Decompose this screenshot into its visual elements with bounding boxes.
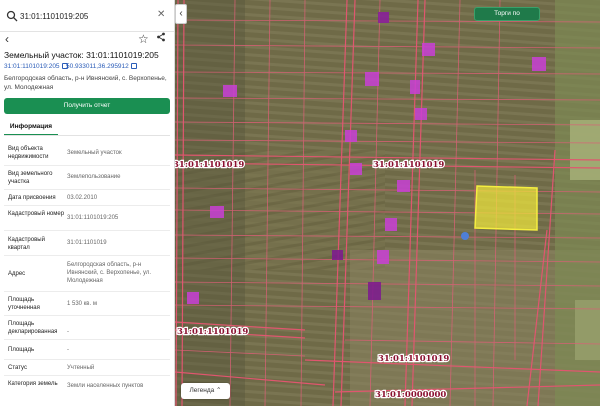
info-key: Площадь декларированная — [8, 321, 58, 335]
info-row: Адрес Белгородская область, р-н Ивнянский… — [4, 256, 170, 292]
copy-icon[interactable] — [130, 63, 137, 69]
info-value: Белгородская область, р-н Ивнянский, с. … — [67, 262, 151, 284]
info-key: Вид земельного участка — [8, 171, 53, 185]
collapse-panel-button[interactable]: ‹ — [175, 4, 187, 24]
info-key: Площадь — [8, 347, 35, 353]
info-value: Земли населенных пунктов — [67, 383, 144, 389]
page-title: Земельный участок: 31:01:1101019:205 — [4, 50, 159, 60]
quarter-label: 31:01:1101019 — [373, 160, 444, 170]
info-key: Площадь уточненная — [8, 297, 40, 311]
info-value: - — [67, 347, 69, 353]
quarter-label: 31:01:1101019 — [378, 354, 449, 364]
back-icon[interactable]: ‹ — [5, 32, 9, 46]
info-row: Вид земельного участка Землепользование — [4, 166, 170, 190]
get-report-button[interactable]: Получить отчет — [4, 98, 170, 114]
tab-divider — [4, 135, 170, 136]
info-value: Учтенный — [67, 365, 95, 371]
info-value: 31:01:1101019:205 — [67, 215, 119, 221]
info-row: Площадь декларированная - — [4, 316, 170, 340]
quarter-label: 31:01:1101019 — [175, 160, 244, 170]
share-icon[interactable] — [156, 32, 166, 45]
info-key: Категория земель — [8, 381, 58, 387]
coordinates-chip[interactable]: 50.933011,36.295912 — [66, 63, 137, 70]
info-value: Землепользование — [67, 174, 121, 180]
tab-information[interactable]: Информация — [4, 121, 58, 136]
info-panel: ✕ ‹ ☆ Земельный участок: 31:01:1101019:2… — [0, 0, 175, 406]
address-text: Белгородская область, р-н Ивнянский, с. … — [4, 75, 167, 91]
search-input[interactable] — [20, 8, 150, 24]
coordinates-text: 50.933011,36.295912 — [66, 63, 129, 70]
legend-button[interactable]: Легенда ⌃ — [181, 383, 230, 399]
location-marker[interactable] — [461, 232, 469, 240]
info-row: Статус Учтенный — [4, 360, 170, 376]
field — [570, 120, 600, 180]
info-value: 03.02.2010 — [67, 195, 98, 201]
info-key: Статус — [8, 365, 27, 371]
info-key: Адрес — [8, 271, 26, 277]
star-icon[interactable]: ☆ — [138, 32, 149, 46]
info-row: Категория земель Земли населенных пунктов — [4, 376, 170, 402]
info-row: Площадь уточненная 1 530 кв. м — [4, 292, 170, 316]
cadastral-number-chip[interactable]: 31:01:1101019:205 — [4, 63, 68, 70]
info-value: 31:01:1101019 — [67, 240, 107, 246]
info-row: Дата присвоения 03.02.2010 — [4, 190, 170, 206]
info-value: Земельный участок — [67, 150, 122, 156]
info-key: Дата присвоения — [8, 195, 56, 201]
quarter-label: 31:01:1101019 — [177, 327, 248, 337]
search-bar: ✕ — [0, 0, 174, 32]
info-row: Вид объекта недвижимости Земельный участо… — [4, 140, 170, 166]
info-key: Вид объекта недвижимости — [8, 146, 49, 160]
info-key: Кадастровый квартал — [8, 237, 45, 251]
selected-parcel[interactable] — [474, 185, 538, 231]
info-value: 1 530 кв. м — [67, 301, 97, 307]
header-actions: ‹ ☆ — [0, 32, 174, 46]
cadastral-number-text: 31:01:1101019:205 — [4, 63, 60, 70]
cadastral-map[interactable]: 31:01:1101019 31:01:1101019 31:01:110101… — [175, 0, 600, 406]
info-row: Площадь - — [4, 340, 170, 360]
info-value: - — [67, 329, 69, 335]
info-row: Кадастровый номер 31:01:1101019:205 — [4, 206, 170, 231]
quarter-label: 31:01:0000000 — [375, 390, 446, 400]
search-icon — [6, 9, 18, 22]
map-canvas[interactable]: 31:01:1101019 31:01:1101019 31:01:110101… — [175, 0, 600, 406]
info-key: Кадастровый номер — [8, 211, 65, 217]
clear-icon[interactable]: ✕ — [157, 9, 165, 21]
auction-button[interactable]: Торги по — [474, 7, 540, 21]
info-row: Кадастровый квартал 31:01:1101019 — [4, 231, 170, 256]
